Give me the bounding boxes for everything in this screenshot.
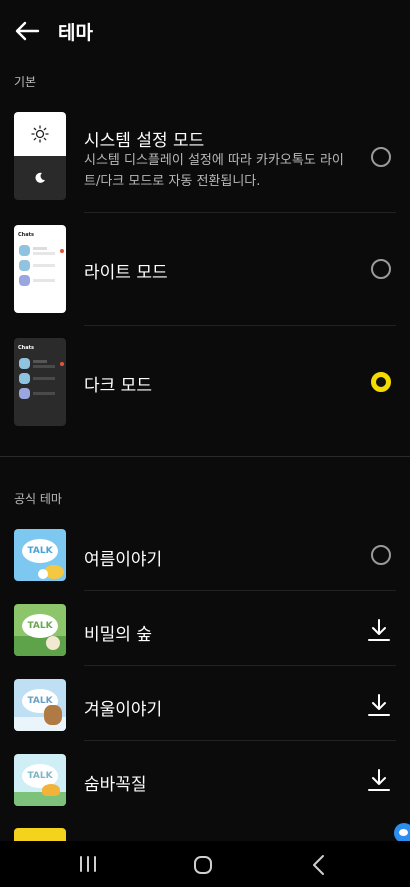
hide-seek-theme-icon: TALK <box>14 754 66 806</box>
system-nav-bar <box>0 841 410 887</box>
nav-back-icon[interactable] <box>309 854 329 876</box>
next-theme-icon-partial <box>14 828 66 841</box>
moon-icon <box>35 172 45 183</box>
theme-row-winter[interactable]: TALK 겨울이야기 <box>0 670 410 740</box>
preview-chats-label: Chats <box>18 345 34 351</box>
theme-title: 비밀의 숲 <box>84 625 152 645</box>
theme-title: 시스템 설정 모드 <box>84 131 205 151</box>
header: 테마 <box>0 0 410 62</box>
light-mode-preview: Chats <box>14 225 66 313</box>
forest-theme-icon: TALK <box>14 604 66 656</box>
divider <box>84 740 396 741</box>
page-title: 테마 <box>58 22 93 44</box>
preview-chats-label: Chats <box>18 232 34 238</box>
theme-row-hide-seek[interactable]: TALK 숨바꼭질 <box>0 745 410 815</box>
talk-badge-text: TALK <box>27 621 53 631</box>
theme-row-dark[interactable]: Chats 다크 모드 <box>0 326 410 438</box>
download-icon[interactable] <box>366 692 392 718</box>
floating-chat-badge-icon[interactable] <box>394 823 410 843</box>
section-divider <box>0 456 410 457</box>
talk-bubble: TALK <box>22 614 58 638</box>
section-label-official: 공식 테마 <box>14 492 62 506</box>
radio-summer-theme[interactable] <box>371 545 391 565</box>
talk-badge-text: TALK <box>27 771 53 781</box>
dark-mode-preview: Chats <box>14 338 66 426</box>
arrow-left-icon[interactable] <box>12 16 42 46</box>
sun-icon <box>31 125 49 143</box>
theme-row-system[interactable]: 시스템 설정 모드 시스템 디스플레이 설정에 따라 카카오톡도 라이트/다크 … <box>0 100 410 212</box>
theme-description: 시스템 디스플레이 설정에 따라 카카오톡도 라이트/다크 모드로 자동 전환됩… <box>84 153 344 189</box>
theme-title: 라이트 모드 <box>84 263 168 283</box>
theme-title: 겨울이야기 <box>84 700 163 720</box>
winter-theme-icon: TALK <box>14 679 66 731</box>
talk-bubble: TALK <box>22 539 58 563</box>
radio-dark-mode[interactable] <box>371 372 391 392</box>
radio-system-mode[interactable] <box>371 147 391 167</box>
home-icon[interactable] <box>193 855 213 875</box>
summer-theme-icon: TALK <box>14 529 66 581</box>
theme-row-summer[interactable]: TALK 여름이야기 <box>0 520 410 590</box>
download-icon[interactable] <box>366 767 392 793</box>
radio-light-mode[interactable] <box>371 259 391 279</box>
theme-row-forest[interactable]: TALK 비밀의 숲 <box>0 595 410 665</box>
recent-apps-icon[interactable] <box>78 855 98 873</box>
system-mode-preview <box>14 112 66 200</box>
download-icon[interactable] <box>366 617 392 643</box>
divider <box>84 665 396 666</box>
section-label-basic: 기본 <box>14 75 37 89</box>
theme-title: 숨바꼭질 <box>84 775 147 795</box>
theme-row-light[interactable]: Chats 라이트 모드 <box>0 213 410 325</box>
theme-title: 다크 모드 <box>84 376 152 396</box>
theme-title: 여름이야기 <box>84 550 163 570</box>
divider <box>84 590 396 591</box>
talk-badge-text: TALK <box>27 546 53 556</box>
